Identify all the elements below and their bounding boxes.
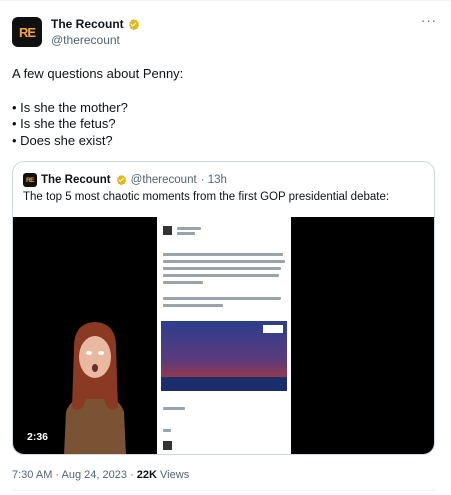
views-count: 22K: [136, 469, 157, 481]
author-name-row[interactable]: The Recount: [51, 17, 140, 31]
mini-text-line: [163, 260, 285, 263]
tweet-date[interactable]: Aug 24, 2023: [62, 469, 127, 481]
tweet-line: A few questions about Penny:: [12, 66, 184, 81]
mini-qr-icon: [163, 226, 172, 235]
quoted-tweet-header: RE The Recount @therecount · 13h: [23, 173, 227, 187]
author-avatar[interactable]: RE: [12, 17, 42, 47]
tweet-line: • Is she the mother?: [12, 99, 128, 115]
mini-logo-icon: [163, 441, 172, 450]
author-display-name[interactable]: The Recount: [51, 17, 124, 31]
tweet-line: [12, 83, 432, 100]
mini-text-line: [163, 429, 171, 432]
tweet-time[interactable]: 7:30 AM: [12, 469, 52, 481]
views-label: Views: [160, 469, 190, 481]
mini-text-line: [163, 253, 283, 256]
mini-text-line: [163, 267, 281, 270]
verified-badge-icon: [116, 174, 126, 186]
tweet-meta: 7:30 AM · Aug 24, 2023 · 22K Views: [12, 469, 189, 481]
recount-logo: RE: [18, 24, 36, 40]
mini-text-line: [163, 281, 203, 284]
tweet-line: • Does she exist?: [12, 133, 113, 149]
mini-text-line: [163, 407, 185, 410]
presenter-image: [64, 322, 126, 454]
mini-text-line: [163, 297, 281, 300]
meta-separator: ·: [55, 469, 60, 481]
more-options-icon[interactable]: ···: [421, 14, 437, 27]
meta-separator: ·: [130, 469, 134, 481]
mini-text-line: [177, 227, 201, 230]
quoted-tweet-card[interactable]: RE The Recount @therecount · 13h The top…: [12, 161, 435, 455]
verified-badge-icon[interactable]: [127, 18, 140, 31]
quoted-author-handle[interactable]: @therecount: [131, 174, 197, 186]
top-divider: [0, 0, 451, 1]
mini-text-line: [163, 274, 279, 277]
debate-broadcast-image: [161, 321, 287, 391]
quoted-author-display-name[interactable]: The Recount: [41, 174, 111, 186]
recount-logo: RE: [25, 176, 35, 184]
quoted-tweet-text: The top 5 most chaotic moments from the …: [23, 191, 390, 203]
video-player[interactable]: 2:36: [13, 217, 434, 454]
broadcast-lower-bar: [161, 377, 287, 391]
bottom-divider: [12, 490, 437, 491]
mini-text-line: [177, 232, 195, 235]
tweet-line: • Is she the fetus?: [12, 116, 116, 132]
quoted-author-avatar[interactable]: RE: [23, 173, 37, 187]
quoted-tweet-time[interactable]: · 13h: [201, 174, 227, 186]
mini-text-line: [163, 304, 223, 307]
video-frame-screenshot: [157, 217, 291, 454]
tweet-text: A few questions about Penny: • Is she th…: [12, 66, 432, 150]
video-duration: 2:36: [23, 429, 53, 445]
author-handle[interactable]: @therecount: [51, 33, 120, 47]
broadcast-tag: [263, 325, 283, 333]
